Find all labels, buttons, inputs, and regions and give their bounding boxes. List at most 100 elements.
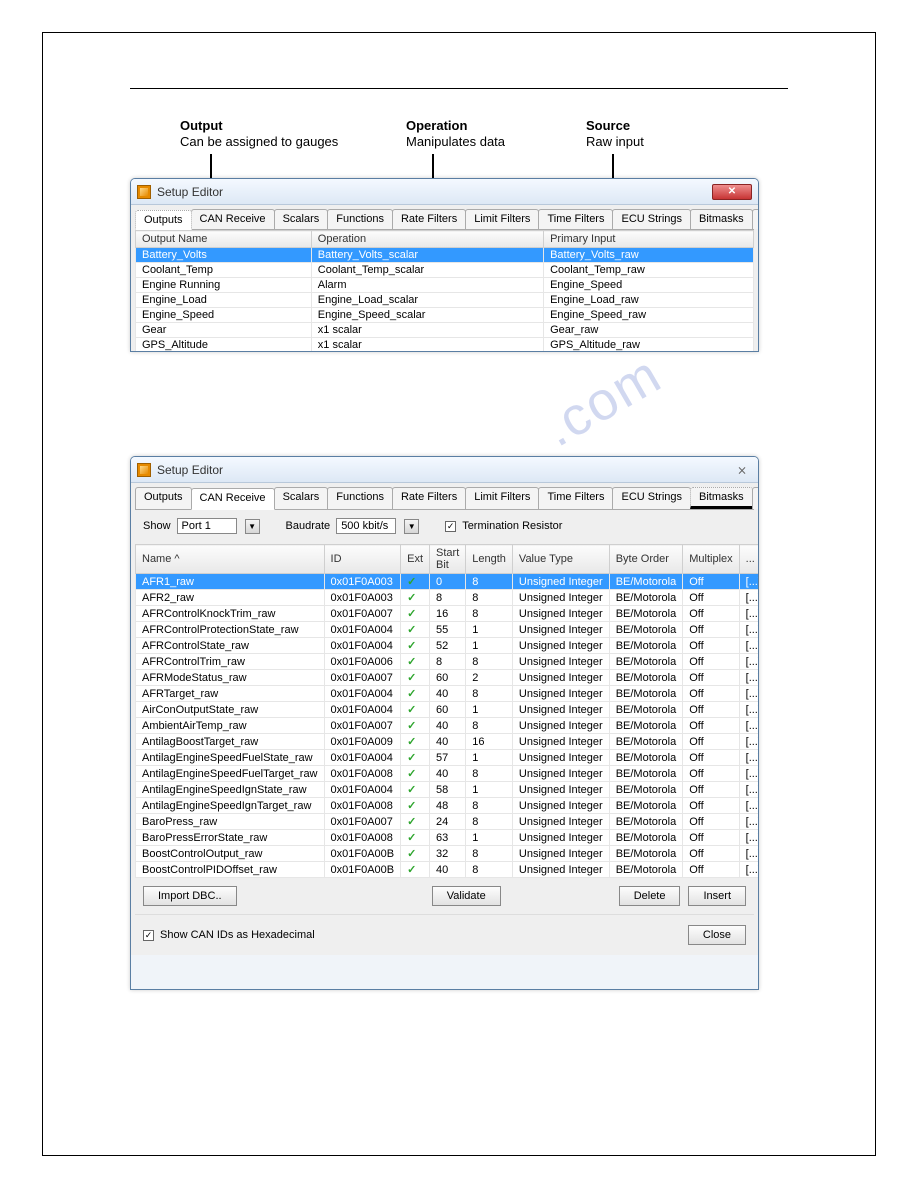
can-table[interactable]: Name ^IDExtStart BitLengthValue TypeByte…: [135, 544, 759, 878]
table-row[interactable]: AFR2_raw0x01F0A003✓88Unsigned IntegerBE/…: [136, 590, 760, 606]
cell[interactable]: Battery_Volts_raw: [544, 248, 754, 263]
tab-ecu-strings[interactable]: ECU Strings: [612, 209, 691, 229]
cell[interactable]: Off: [683, 590, 739, 606]
cell[interactable]: [...]: [739, 734, 759, 750]
cell[interactable]: BE/Motorola: [609, 638, 683, 654]
cell[interactable]: 0x01F0A008: [324, 830, 401, 846]
cell[interactable]: 0x01F0A00B: [324, 846, 401, 862]
cell[interactable]: ✓: [401, 702, 430, 718]
cell[interactable]: BE/Motorola: [609, 574, 683, 590]
cell[interactable]: 0x01F0A008: [324, 766, 401, 782]
col-header[interactable]: Primary Input: [544, 231, 754, 248]
cell[interactable]: [...]: [739, 590, 759, 606]
cell[interactable]: Unsigned Integer: [512, 846, 609, 862]
cell[interactable]: Unsigned Integer: [512, 590, 609, 606]
cell[interactable]: 0x01F0A007: [324, 606, 401, 622]
cell[interactable]: 40: [430, 686, 466, 702]
cell[interactable]: 40: [430, 862, 466, 878]
cell[interactable]: Unsigned Integer: [512, 766, 609, 782]
cell[interactable]: Unsigned Integer: [512, 654, 609, 670]
cell[interactable]: 0x01F0A003: [324, 590, 401, 606]
table-row[interactable]: AFRControlState_raw0x01F0A004✓521Unsigne…: [136, 638, 760, 654]
cell[interactable]: [...]: [739, 606, 759, 622]
cell[interactable]: Battery_Volts_scalar: [311, 248, 543, 263]
cell[interactable]: [...]: [739, 718, 759, 734]
cell[interactable]: BE/Motorola: [609, 750, 683, 766]
cell[interactable]: [...]: [739, 846, 759, 862]
cell[interactable]: [...]: [739, 782, 759, 798]
validate-button[interactable]: Validate: [432, 886, 501, 906]
tab-rate-filters[interactable]: Rate Filters: [392, 487, 466, 509]
cell[interactable]: Off: [683, 782, 739, 798]
cell[interactable]: [...]: [739, 574, 759, 590]
col-header[interactable]: Byte Order: [609, 545, 683, 574]
titlebar-2[interactable]: Setup Editor ⨯: [131, 457, 758, 483]
cell[interactable]: Engine_Speed_scalar: [311, 308, 543, 323]
cell[interactable]: ✓: [401, 814, 430, 830]
tab-bit-strings[interactable]: Bit Strings: [752, 209, 759, 229]
cell[interactable]: AntilagEngineSpeedIgnTarget_raw: [136, 798, 325, 814]
table-row[interactable]: Engine_LoadEngine_Load_scalarEngine_Load…: [136, 293, 754, 308]
cell[interactable]: Engine_Speed: [136, 308, 312, 323]
cell[interactable]: 0x01F0A007: [324, 670, 401, 686]
cell[interactable]: 0x01F0A004: [324, 702, 401, 718]
cell[interactable]: 8: [466, 798, 513, 814]
cell[interactable]: Engine Running: [136, 278, 312, 293]
col-header[interactable]: Output Name: [136, 231, 312, 248]
cell[interactable]: BaroPress_raw: [136, 814, 325, 830]
cell[interactable]: ✓: [401, 606, 430, 622]
cell[interactable]: 8: [466, 814, 513, 830]
cell[interactable]: Unsigned Integer: [512, 750, 609, 766]
cell[interactable]: AFR2_raw: [136, 590, 325, 606]
cell[interactable]: 55: [430, 622, 466, 638]
cell[interactable]: 48: [430, 798, 466, 814]
cell[interactable]: Engine_Speed: [544, 278, 754, 293]
cell[interactable]: Off: [683, 606, 739, 622]
cell[interactable]: 8: [466, 654, 513, 670]
cell[interactable]: 1: [466, 702, 513, 718]
cell[interactable]: ✓: [401, 622, 430, 638]
cell[interactable]: 40: [430, 734, 466, 750]
cell[interactable]: Off: [683, 798, 739, 814]
cell[interactable]: Off: [683, 686, 739, 702]
cell[interactable]: 8: [466, 862, 513, 878]
col-header[interactable]: Length: [466, 545, 513, 574]
cell[interactable]: Unsigned Integer: [512, 798, 609, 814]
table-row[interactable]: Gearx1 scalarGear_raw: [136, 323, 754, 338]
cell[interactable]: GPS_Altitude_raw: [544, 338, 754, 353]
cell[interactable]: Off: [683, 766, 739, 782]
cell[interactable]: [...]: [739, 798, 759, 814]
table-row[interactable]: AFRControlProtectionState_raw0x01F0A004✓…: [136, 622, 760, 638]
cell[interactable]: 8: [430, 590, 466, 606]
cell[interactable]: ✓: [401, 798, 430, 814]
table-row[interactable]: Coolant_TempCoolant_Temp_scalarCoolant_T…: [136, 263, 754, 278]
cell[interactable]: Unsigned Integer: [512, 574, 609, 590]
cell[interactable]: Off: [683, 638, 739, 654]
cell[interactable]: 1: [466, 830, 513, 846]
cell[interactable]: AntilagEngineSpeedFuelTarget_raw: [136, 766, 325, 782]
cell[interactable]: BE/Motorola: [609, 814, 683, 830]
table-row[interactable]: AntilagEngineSpeedFuelState_raw0x01F0A00…: [136, 750, 760, 766]
cell[interactable]: BE/Motorola: [609, 590, 683, 606]
cell[interactable]: BE/Motorola: [609, 782, 683, 798]
table-row[interactable]: Battery_VoltsBattery_Volts_scalarBattery…: [136, 248, 754, 263]
cell[interactable]: 57: [430, 750, 466, 766]
cell[interactable]: AFRControlProtectionState_raw: [136, 622, 325, 638]
cell[interactable]: Off: [683, 670, 739, 686]
table-row[interactable]: AntilagEngineSpeedIgnTarget_raw0x01F0A00…: [136, 798, 760, 814]
cell[interactable]: AFRModeStatus_raw: [136, 670, 325, 686]
close-button-1[interactable]: ✕: [712, 184, 752, 200]
cell[interactable]: BE/Motorola: [609, 622, 683, 638]
cell[interactable]: 0: [430, 574, 466, 590]
cell[interactable]: BoostControlOutput_raw: [136, 846, 325, 862]
cell[interactable]: Gear_raw: [544, 323, 754, 338]
cell[interactable]: ✓: [401, 638, 430, 654]
cell[interactable]: BE/Motorola: [609, 702, 683, 718]
cell[interactable]: BE/Motorola: [609, 862, 683, 878]
cell[interactable]: ✓: [401, 750, 430, 766]
cell[interactable]: ✓: [401, 654, 430, 670]
cell[interactable]: 0x01F0A004: [324, 686, 401, 702]
cell[interactable]: BE/Motorola: [609, 798, 683, 814]
insert-button[interactable]: Insert: [688, 886, 746, 906]
cell[interactable]: ✓: [401, 670, 430, 686]
